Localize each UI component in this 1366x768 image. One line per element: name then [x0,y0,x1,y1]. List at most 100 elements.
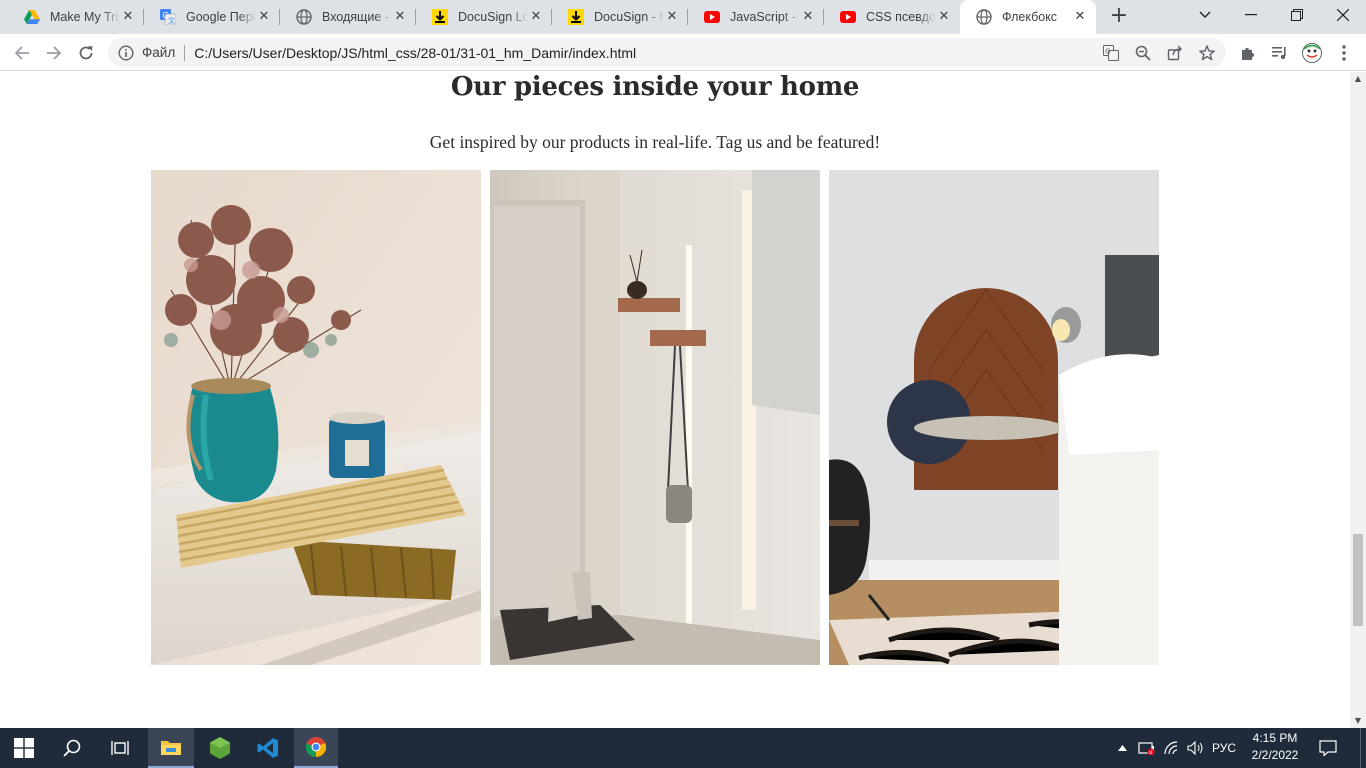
globe-icon [296,9,312,25]
zoom-out-icon[interactable] [1134,44,1152,62]
scrollbar-thumb[interactable] [1353,534,1363,626]
windows-taskbar: x РУС 4:15 PM 2/2/2022 [0,728,1366,768]
extensions-puzzle-icon[interactable] [1238,43,1258,63]
tab-make-my-trip[interactable]: Make My Trip ✕ [8,0,144,34]
globe-icon [976,9,992,25]
tab-docusign-manage[interactable]: DocuSign - Manage ✕ [552,0,688,34]
tab-javascript[interactable]: JavaScript - Полный курс ✕ [688,0,824,34]
tab-title: CSS псевдоклассы [866,10,936,24]
reload-icon [79,46,93,60]
network-tray-icon[interactable] [1160,728,1184,768]
minimize-icon [1245,14,1257,16]
svg-text:G: G [1105,48,1110,56]
gallery-photo-vase [151,170,481,665]
google-translate-icon: G文 [160,9,176,25]
docusign-icon [432,9,448,25]
svg-text:x: x [1149,750,1152,755]
windows-logo-icon [14,738,34,758]
media-control-icon[interactable] [1270,43,1290,63]
language-indicator[interactable]: РУС [1208,728,1240,768]
node-app-button[interactable] [196,728,244,768]
arrow-left-icon [14,46,29,60]
restore-button[interactable] [1274,0,1320,30]
reload-button[interactable] [74,41,98,65]
page-scrollbar[interactable]: ▲ ▼ [1350,72,1366,728]
close-icon[interactable]: ✕ [528,9,544,25]
section-heading: Our pieces inside your home [450,72,860,102]
gallery-photo-hallway [490,170,820,665]
close-icon [1337,9,1349,21]
docusign-icon [568,9,584,25]
file-scheme-label: Файл [142,45,176,60]
section-subheading: Get inspired by our products in real-lif… [429,132,881,152]
back-button[interactable] [10,41,34,65]
task-view-button[interactable] [96,728,144,768]
close-icon[interactable]: ✕ [936,9,952,25]
share-icon[interactable] [1166,44,1184,62]
arrow-right-icon [47,46,62,60]
folder-icon [161,741,181,755]
url-text[interactable]: C:/Users/User/Desktop/JS/html_css/28-01/… [194,45,636,61]
vscode-button[interactable] [244,728,292,768]
forward-button[interactable] [42,41,66,65]
chrome-taskbar-button[interactable] [294,728,338,768]
scroll-down-arrow-icon[interactable]: ▼ [1350,714,1366,728]
close-icon[interactable]: ✕ [664,9,680,25]
clock-time: 4:15 PM [1252,731,1298,745]
search-button[interactable] [48,728,96,768]
tab-docusign-login[interactable]: DocuSign Login ✕ [416,0,552,34]
tab-flexbox[interactable]: Флекбокс ✕ [960,0,1096,34]
tab-search-button[interactable] [1182,0,1228,30]
notifications-button[interactable] [1314,728,1342,768]
hexagon-icon [210,737,230,759]
close-icon[interactable]: ✕ [1072,9,1088,25]
taskbar-clock[interactable]: 4:15 PM 2/2/2022 [1240,730,1310,766]
task-view-icon [111,741,129,755]
battery-tray-icon[interactable]: x [1136,728,1158,768]
tab-strip: Make My Trip ✕ G文 Google Переводчик ✕ Вх… [0,0,1366,34]
tab-title: Make My Trip [50,10,120,24]
youtube-icon [704,9,720,25]
tab-title: Входящие - почта [322,10,392,24]
youtube-icon [840,9,856,25]
clock-date: 2/2/2022 [1251,748,1299,762]
new-tab-button[interactable]: + [1108,5,1130,28]
tab-title: Google Переводчик [186,10,256,24]
info-icon[interactable] [118,44,134,61]
minimize-button[interactable] [1228,0,1274,30]
tab-title: Флекбокс [1002,10,1058,24]
tab-title: JavaScript - Полный курс [730,10,800,24]
gallery-photo-bedroom [829,170,1159,665]
tab-title: DocuSign Login [458,10,528,24]
scroll-up-arrow-icon[interactable]: ▲ [1350,72,1366,86]
tab-title: DocuSign - Manage [594,10,664,24]
close-icon[interactable]: ✕ [120,9,136,25]
address-bar[interactable]: Файл C:/Users/User/Desktop/JS/html_css/2… [108,38,1226,67]
chrome-icon [305,737,327,758]
google-drive-icon [24,9,40,25]
close-icon[interactable]: ✕ [392,9,408,25]
translate-icon[interactable]: G [1102,44,1120,62]
close-icon[interactable]: ✕ [800,9,816,25]
chevron-up-icon [1117,745,1127,751]
chrome-menu-icon[interactable] [1334,43,1354,63]
file-explorer-button[interactable] [148,728,194,768]
omnibox-divider [184,44,186,61]
show-hidden-icons-button[interactable] [1114,728,1130,768]
show-desktop-button[interactable] [1360,728,1366,768]
tab-inbox[interactable]: Входящие - почта ✕ [280,0,416,34]
restore-icon [1291,9,1303,21]
start-button[interactable] [0,728,48,768]
vscode-icon [257,738,278,758]
browser-toolbar: Файл C:/Users/User/Desktop/JS/html_css/2… [0,34,1366,71]
page-viewport: Our pieces inside your home Get inspired… [0,72,1350,728]
close-window-button[interactable] [1320,0,1366,30]
tab-css-pseudo[interactable]: CSS псевдоклассы ✕ [824,0,960,34]
svg-text:文: 文 [168,16,175,25]
profile-avatar[interactable] [1302,43,1322,63]
close-icon[interactable]: ✕ [256,9,272,25]
volume-tray-icon[interactable] [1184,728,1208,768]
bookmark-star-icon[interactable] [1198,44,1216,62]
notification-icon [1319,740,1337,756]
tab-google-translate[interactable]: G文 Google Переводчик ✕ [144,0,280,34]
